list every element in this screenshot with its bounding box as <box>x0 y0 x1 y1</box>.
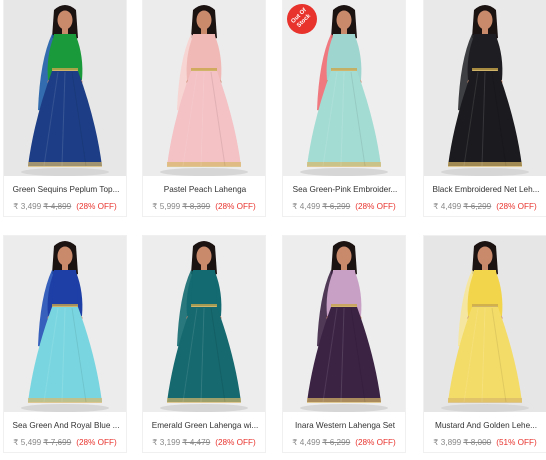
product-title[interactable]: Inara Western Lahenga Set <box>287 421 403 430</box>
discount-label: (28% OFF) <box>215 202 256 211</box>
product-prices: ₹ 5,499 ₹ 7,699 (28% OFF) <box>4 437 126 447</box>
original-price: ₹ 6,299 <box>322 202 351 211</box>
product-prices: ₹ 3,499 ₹ 4,899 (28% OFF) <box>4 201 126 211</box>
product-image[interactable] <box>424 236 546 412</box>
selling-price: ₹ 5,499 <box>13 438 42 447</box>
original-price: ₹ 7,699 <box>43 438 72 447</box>
product-image[interactable] <box>143 236 265 412</box>
product-title[interactable]: Sea Green-Pink Embroider... <box>287 185 403 194</box>
product-caption: Black Embroidered Net Leh... ₹ 4,499 ₹ 6,2… <box>424 176 546 216</box>
product-card[interactable]: Emerald Green Lahenga wi... ₹ 3,199 ₹ 4,47… <box>143 236 265 452</box>
selling-price: ₹ 5,999 <box>152 202 181 211</box>
selling-price: ₹ 3,499 <box>13 202 42 211</box>
discount-label: (28% OFF) <box>496 202 537 211</box>
original-price: ₹ 6,299 <box>322 438 351 447</box>
product-prices: ₹ 4,499 ₹ 6,299 (28% OFF) <box>283 201 405 211</box>
selling-price: ₹ 3,899 <box>433 438 462 447</box>
selling-price: ₹ 4,499 <box>292 202 321 211</box>
discount-label: (28% OFF) <box>215 438 256 447</box>
discount-label: (51% OFF) <box>496 438 537 447</box>
discount-label: (28% OFF) <box>76 438 117 447</box>
product-card[interactable]: Out Of Stock Sea Green-Pink Embroider... ₹… <box>280 0 405 216</box>
original-price: ₹ 6,299 <box>463 202 492 211</box>
selling-price: ₹ 3,199 <box>152 438 181 447</box>
product-title[interactable]: Pastel Peach Lahenga <box>147 185 263 194</box>
product-prices: ₹ 4,499 ₹ 6,299 (28% OFF) <box>424 201 546 211</box>
product-title[interactable]: Green Sequins Peplum Top... <box>8 185 124 194</box>
product-caption: Sea Green And Royal Blue ... ₹ 5,499 ₹ 7,6… <box>4 412 126 452</box>
product-card[interactable]: Green Sequins Peplum Top... ₹ 3,499 ₹ 4,89… <box>4 0 126 216</box>
selling-price: ₹ 4,499 <box>292 438 321 447</box>
product-prices: ₹ 5,999 ₹ 8,399 (28% OFF) <box>143 201 265 211</box>
product-card[interactable]: Black Embroidered Net Leh... ₹ 4,499 ₹ 6,2… <box>424 0 546 216</box>
product-card[interactable]: Inara Western Lahenga Set ₹ 4,499 ₹ 6,299 (… <box>283 236 405 452</box>
product-image[interactable] <box>424 0 546 176</box>
product-image[interactable] <box>4 0 126 176</box>
product-title[interactable]: Sea Green And Royal Blue ... <box>8 421 124 430</box>
product-image[interactable] <box>143 0 265 176</box>
product-title[interactable]: Black Embroidered Net Leh... <box>428 185 544 194</box>
product-card[interactable]: Pastel Peach Lahenga ₹ 5,999 ₹ 8,399 (28% O… <box>143 0 265 216</box>
product-image[interactable] <box>4 236 126 412</box>
original-price: ₹ 8,399 <box>182 202 211 211</box>
discount-label: (28% OFF) <box>355 202 396 211</box>
product-card[interactable]: Sea Green And Royal Blue ... ₹ 5,499 ₹ 7,6… <box>4 236 126 452</box>
original-price: ₹ 4,479 <box>182 438 211 447</box>
product-caption: Mustard And Golden Lehe... ₹ 3,899 ₹ 8,000… <box>424 412 546 452</box>
selling-price: ₹ 4,499 <box>433 202 462 211</box>
original-price: ₹ 8,000 <box>463 438 492 447</box>
product-card[interactable]: Mustard And Golden Lehe... ₹ 3,899 ₹ 8,000… <box>424 236 546 452</box>
product-caption: Inara Western Lahenga Set ₹ 4,499 ₹ 6,299 (… <box>283 412 405 452</box>
discount-label: (28% OFF) <box>355 438 396 447</box>
product-caption: Sea Green-Pink Embroider... ₹ 4,499 ₹ 6,29… <box>283 176 405 216</box>
product-caption: Green Sequins Peplum Top... ₹ 3,499 ₹ 4,89… <box>4 176 126 216</box>
product-prices: ₹ 4,499 ₹ 6,299 (28% OFF) <box>283 437 405 447</box>
product-caption: Pastel Peach Lahenga ₹ 5,999 ₹ 8,399 (28% O… <box>143 176 265 216</box>
discount-label: (28% OFF) <box>76 202 117 211</box>
product-title[interactable]: Mustard And Golden Lehe... <box>428 421 544 430</box>
product-caption: Emerald Green Lahenga wi... ₹ 3,199 ₹ 4,47… <box>143 412 265 452</box>
original-price: ₹ 4,899 <box>43 202 72 211</box>
product-prices: ₹ 3,199 ₹ 4,479 (28% OFF) <box>143 437 265 447</box>
product-title[interactable]: Emerald Green Lahenga wi... <box>147 421 263 430</box>
product-image[interactable] <box>283 236 405 412</box>
product-prices: ₹ 3,899 ₹ 8,000 (51% OFF) <box>424 437 546 447</box>
